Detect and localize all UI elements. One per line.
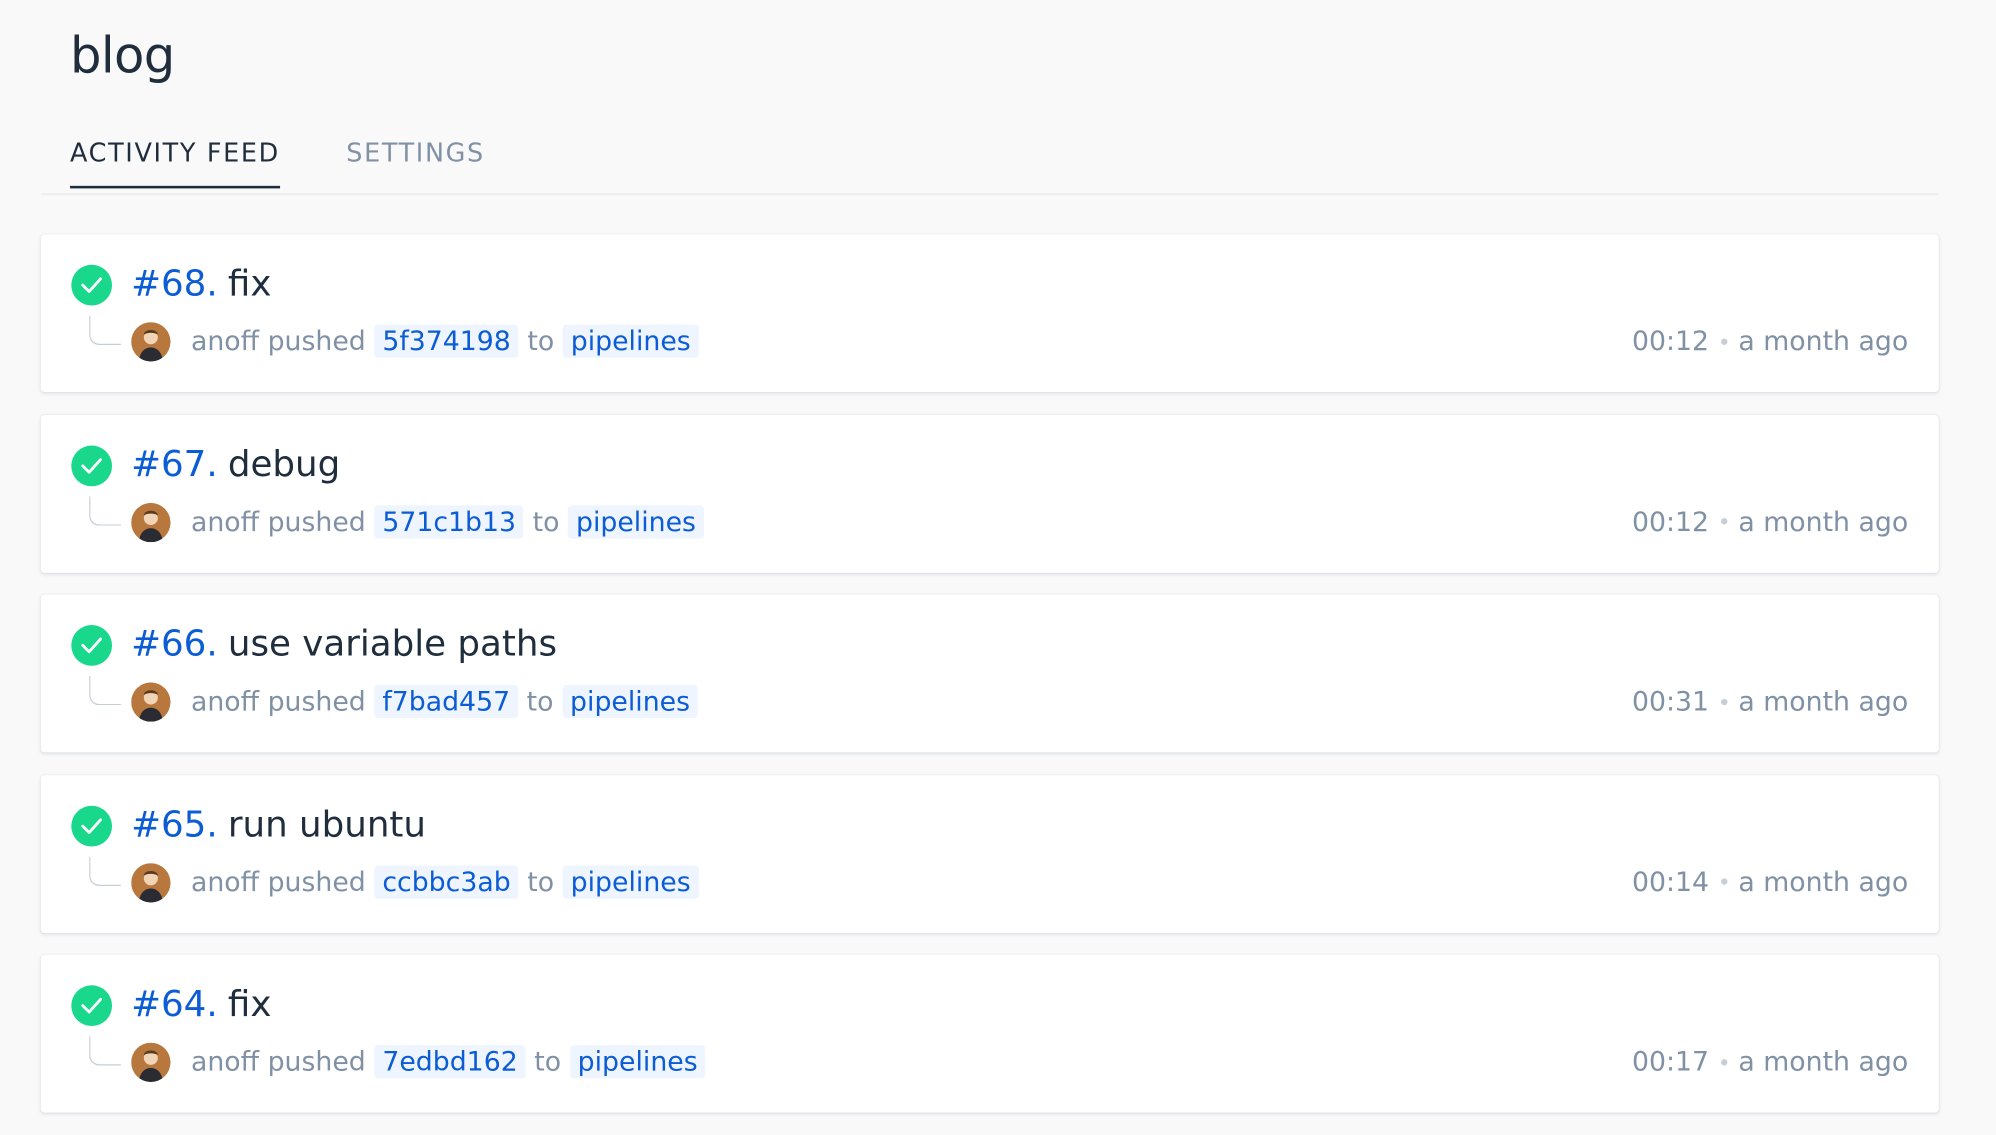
to-label: to [532,506,560,537]
build-message: use variable paths [227,622,558,665]
branch-link[interactable]: pipelines [568,504,704,538]
build-card[interactable]: #65. run ubuntu anoff pushed ccbbc3ab to … [40,774,1939,933]
separator-dot [1720,1058,1727,1065]
build-number-link[interactable]: #66. [131,622,218,664]
build-time: 00:12 a month ago [1632,506,1908,537]
page-title: blog [70,28,175,86]
build-number-link[interactable]: #68. [131,262,218,304]
author-name: anoff [190,686,260,717]
event-action: pushed [267,325,366,357]
separator-dot [1720,878,1727,885]
separator-dot [1720,518,1727,525]
build-time: 00:17 a month ago [1632,1046,1908,1077]
tab-bar: ACTIVITY FEED SETTINGS [40,127,1939,195]
to-label: to [527,866,555,897]
build-meta: anoff pushed 571c1b13 to pipelines [190,504,713,538]
build-card[interactable]: #64. fix anoff pushed 7edbd162 to pipelin… [40,954,1939,1113]
avatar [131,322,171,362]
build-headline: #68. fix [131,262,271,304]
event-action: pushed [267,866,366,897]
commit-link[interactable]: f7bad457 [374,684,518,718]
build-time: 00:12 a month ago [1632,326,1908,357]
build-headline: #64. fix [131,983,271,1025]
author-name: anoff [190,866,260,897]
success-check-icon [71,985,113,1027]
commit-link[interactable]: 7edbd162 [374,1045,526,1079]
build-headline: #65. run ubuntu [131,803,426,845]
build-message: debug [227,442,341,485]
commit-link[interactable]: ccbbc3ab [374,865,519,899]
build-time: 00:31 a month ago [1632,686,1908,717]
commit-link[interactable]: 5f374198 [374,324,519,358]
build-when: a month ago [1738,506,1909,537]
build-duration: 00:12 [1632,325,1710,357]
build-card[interactable]: #68. fix anoff pushed 5f374198 to pipelin… [40,234,1939,393]
branch-link[interactable]: pipelines [570,1045,706,1079]
separator-dot [1720,337,1727,345]
build-card[interactable]: #66. use variable paths anoff pushed f7ba… [40,594,1939,753]
build-meta: anoff pushed 7edbd162 to pipelines [190,1045,714,1079]
build-number-link[interactable]: #64. [131,983,218,1025]
branch-link[interactable]: pipelines [563,865,699,899]
activity-feed: #68. fix anoff pushed 5f374198 to pipelin… [40,234,1939,1135]
build-time: 00:14 a month ago [1632,866,1908,897]
author-name: anoff [190,325,260,357]
build-message: fix [227,262,272,305]
event-action: pushed [267,506,366,537]
tree-connector [89,495,121,526]
build-number-link[interactable]: #67. [131,442,218,484]
build-when: a month ago [1738,686,1909,717]
to-label: to [534,1046,562,1077]
build-when: a month ago [1738,1046,1909,1077]
build-message: run ubuntu [227,802,426,845]
avatar [131,862,171,902]
success-check-icon [71,444,113,486]
to-label: to [526,686,554,717]
build-duration: 00:31 [1632,686,1710,717]
build-headline: #67. debug [131,442,340,484]
commit-link[interactable]: 571c1b13 [374,504,524,538]
build-meta: anoff pushed ccbbc3ab to pipelines [190,865,707,899]
event-action: pushed [267,1046,366,1077]
success-check-icon [71,264,113,306]
build-when: a month ago [1738,866,1909,897]
build-card[interactable]: #67. debug anoff pushed 571c1b13 to pipel… [40,414,1939,573]
build-when: a month ago [1738,325,1909,357]
build-number-link[interactable]: #65. [131,803,218,845]
build-duration: 00:17 [1632,1046,1710,1077]
author-name: anoff [190,1046,260,1077]
tree-connector [89,856,121,886]
author-name: anoff [190,506,260,537]
success-check-icon [71,805,113,846]
tab-settings[interactable]: SETTINGS [346,137,485,185]
avatar [131,1042,171,1083]
page: blog ACTIVITY FEED SETTINGS #68. fix anof… [0,0,1996,1128]
branch-link[interactable]: pipelines [563,324,699,358]
tree-connector [89,315,121,345]
tree-connector [89,1036,121,1066]
separator-dot [1720,698,1727,705]
branch-link[interactable]: pipelines [562,684,698,718]
build-duration: 00:12 [1632,506,1710,537]
event-action: pushed [267,686,366,717]
tree-connector [89,675,121,706]
build-message: fix [227,982,272,1025]
avatar [131,682,171,722]
avatar [131,502,171,542]
build-meta: anoff pushed 5f374198 to pipelines [190,324,707,358]
build-duration: 00:14 [1632,866,1710,897]
success-check-icon [71,625,113,666]
tab-activity-feed[interactable]: ACTIVITY FEED [70,137,280,189]
build-headline: #66. use variable paths [131,622,557,664]
to-label: to [527,325,555,357]
build-meta: anoff pushed f7bad457 to pipelines [190,684,707,718]
